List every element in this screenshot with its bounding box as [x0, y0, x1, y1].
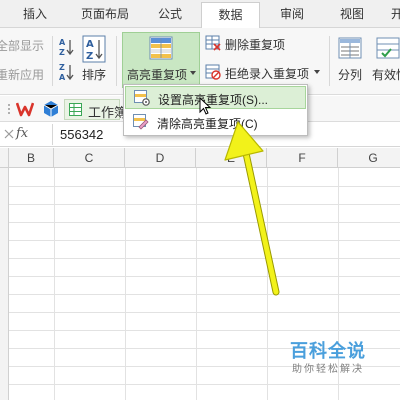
chevron-down-icon: [314, 70, 320, 74]
svg-text:Z: Z: [86, 51, 93, 62]
spreadsheet-icon: [69, 103, 82, 116]
watermark-subtitle: 助你轻松解决: [292, 364, 364, 375]
mouse-cursor-icon: [199, 96, 213, 117]
select-all-corner[interactable]: [0, 148, 9, 168]
row-header-strip[interactable]: [0, 168, 9, 400]
sort-large-icon[interactable]: A Z: [82, 35, 106, 63]
svg-text:A: A: [59, 38, 66, 47]
tab-formula[interactable]: 公式: [140, 0, 200, 28]
column-header[interactable]: B: [9, 148, 54, 168]
highlight-settings-icon: [134, 90, 150, 106]
tab-view[interactable]: 视图: [322, 0, 382, 28]
formula-divider: [52, 124, 53, 145]
tab-insert[interactable]: 插入: [0, 0, 70, 28]
grid-line: [9, 384, 400, 385]
svg-text:A: A: [86, 39, 94, 50]
reject-duplicates-icon: [205, 64, 221, 80]
ribbon-separator: [116, 36, 117, 86]
highlight-duplicates-icon: [149, 36, 173, 60]
ribbon-separator: [52, 36, 53, 86]
reapply-button[interactable]: 重新应用: [0, 66, 44, 83]
remove-duplicates-icon: [205, 35, 221, 51]
column-header[interactable]: C: [54, 148, 125, 168]
sort-descending-icon[interactable]: Z A: [58, 62, 74, 82]
remove-duplicates-button[interactable]: 删除重复项: [225, 36, 285, 53]
grid-line: [9, 204, 400, 205]
split-column-button[interactable]: 分列: [338, 66, 362, 83]
grip-icon: [6, 102, 16, 116]
validity-button[interactable]: 有效性: [372, 66, 400, 83]
grid-line: [9, 330, 400, 331]
svg-text:Z: Z: [59, 63, 65, 72]
split-column-icon: [338, 36, 362, 60]
show-all-button[interactable]: 全部显示: [0, 37, 44, 54]
grid-line: [9, 312, 400, 313]
sort-button[interactable]: 排序: [82, 66, 106, 83]
column-header[interactable]: G: [338, 148, 400, 168]
column-header[interactable]: D: [125, 148, 196, 168]
svg-text:Z: Z: [59, 48, 65, 57]
tab-developer[interactable]: 开: [382, 0, 400, 28]
sort-ascending-icon[interactable]: A Z: [58, 37, 74, 57]
annotation-arrow-icon: [220, 120, 290, 300]
set-highlight-duplicates-label: 设置高亮重复项(S)...: [158, 93, 268, 107]
grid-line: [9, 240, 400, 241]
cancel-icon[interactable]: [4, 128, 14, 139]
grid-line: [9, 258, 400, 259]
tab-review[interactable]: 审阅: [262, 0, 322, 28]
grid-line: [9, 222, 400, 223]
tab-data[interactable]: 数据: [201, 2, 260, 29]
workbook-tab-label: 工作簿: [88, 105, 128, 120]
clear-highlight-icon: [133, 114, 149, 130]
cube-icon[interactable]: [42, 100, 60, 118]
wps-logo-icon[interactable]: [15, 100, 35, 118]
svg-text:A: A: [59, 73, 66, 82]
grid-line: [9, 186, 400, 187]
insert-function-icon[interactable]: fx: [16, 126, 28, 141]
ribbon-tab-bar: 插入 页面布局 公式 数据 审阅 视图 开: [0, 0, 400, 29]
tab-page-layout[interactable]: 页面布局: [70, 0, 140, 28]
grid-line: [9, 294, 400, 295]
set-highlight-duplicates-item[interactable]: 设置高亮重复项(S)...: [125, 86, 306, 109]
reject-duplicates-button[interactable]: 拒绝录入重复项: [225, 65, 309, 82]
highlight-duplicates-label: 高亮重复项: [127, 68, 188, 82]
validity-icon: [376, 36, 400, 60]
ribbon-separator: [329, 36, 330, 86]
formula-input[interactable]: 556342: [60, 127, 103, 142]
chevron-down-icon: [190, 71, 196, 75]
grid-line: [9, 276, 400, 277]
